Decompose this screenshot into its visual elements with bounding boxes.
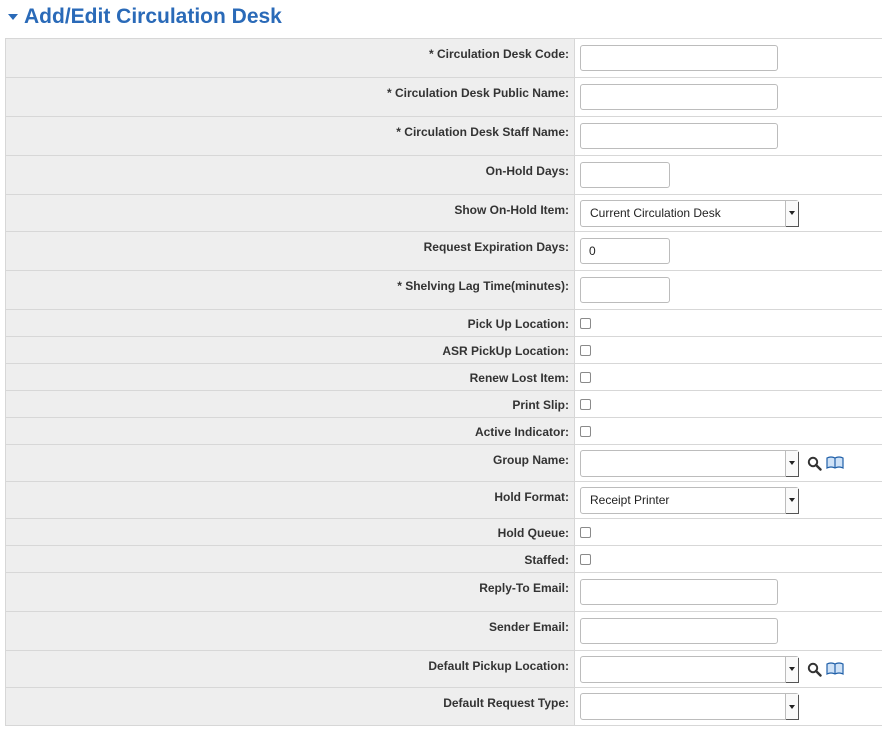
hold-queue-label: Hold Queue:: [6, 519, 575, 545]
on-hold-days-input[interactable]: [580, 162, 670, 188]
sender-email-label: Sender Email:: [6, 612, 575, 650]
hold-format-value: Receipt Printer: [590, 493, 670, 507]
desk-code-label: * Circulation Desk Code:: [6, 39, 575, 77]
shelving-lag-time-input[interactable]: [580, 277, 670, 303]
reply-to-email-label: Reply-To Email:: [6, 573, 575, 611]
asr-pickup-location-label: ASR PickUp Location:: [6, 337, 575, 363]
request-expiration-days-label: Request Expiration Days:: [6, 232, 575, 270]
group-name-select[interactable]: [580, 449, 799, 477]
page-title: Add/Edit Circulation Desk: [24, 5, 282, 28]
pick-up-location-label: Pick Up Location:: [6, 310, 575, 336]
row-on-hold-days: On-Hold Days:: [6, 156, 882, 195]
public-name-label: * Circulation Desk Public Name:: [6, 78, 575, 116]
row-staffed: Staffed:: [6, 546, 882, 573]
row-group-name: Group Name:: [6, 445, 882, 482]
on-hold-days-label: On-Hold Days:: [6, 156, 575, 194]
dropdown-arrow-icon[interactable]: [785, 694, 798, 719]
row-reply-to-email: Reply-To Email:: [6, 573, 882, 612]
dropdown-arrow-icon[interactable]: [785, 656, 798, 682]
book-icon[interactable]: [826, 660, 844, 678]
section-header[interactable]: Add/Edit Circulation Desk: [0, 0, 882, 36]
print-slip-checkbox[interactable]: [580, 398, 591, 410]
sender-email-input[interactable]: [580, 618, 778, 644]
print-slip-label: Print Slip:: [6, 391, 575, 417]
show-on-hold-item-label: Show On-Hold Item:: [6, 195, 575, 231]
circulation-desk-form: * Circulation Desk Code: * Circulation D…: [5, 38, 882, 726]
asr-pickup-location-checkbox[interactable]: [580, 344, 591, 356]
hold-queue-checkbox[interactable]: [580, 526, 591, 538]
staffed-label: Staffed:: [6, 546, 575, 572]
row-asr-pickup-location: ASR PickUp Location:: [6, 337, 882, 364]
active-indicator-label: Active Indicator:: [6, 418, 575, 444]
default-pickup-location-label: Default Pickup Location:: [6, 651, 575, 687]
row-sender-email: Sender Email:: [6, 612, 882, 651]
row-default-pickup-location: Default Pickup Location:: [6, 651, 882, 688]
dropdown-arrow-icon[interactable]: [785, 200, 798, 226]
hold-format-select[interactable]: Receipt Printer: [580, 486, 799, 514]
desk-code-input[interactable]: [580, 45, 778, 71]
row-default-request-type: Default Request Type:: [6, 688, 882, 725]
default-pickup-location-select[interactable]: [580, 655, 799, 683]
show-on-hold-item-select[interactable]: Current Circulation Desk: [580, 199, 799, 227]
row-print-slip: Print Slip:: [6, 391, 882, 418]
show-on-hold-item-value: Current Circulation Desk: [590, 206, 721, 220]
row-hold-format: Hold Format: Receipt Printer: [6, 482, 882, 519]
row-show-on-hold-item: Show On-Hold Item: Current Circulation D…: [6, 195, 882, 232]
row-hold-queue: Hold Queue:: [6, 519, 882, 546]
shelving-lag-time-label: * Shelving Lag Time(minutes):: [6, 271, 575, 309]
default-request-type-select[interactable]: [580, 693, 799, 720]
row-staff-name: * Circulation Desk Staff Name:: [6, 117, 882, 156]
row-desk-code: * Circulation Desk Code:: [6, 39, 882, 78]
public-name-input[interactable]: [580, 84, 778, 110]
row-public-name: * Circulation Desk Public Name:: [6, 78, 882, 117]
staff-name-input[interactable]: [580, 123, 778, 149]
magnifier-icon[interactable]: [805, 660, 823, 678]
active-indicator-checkbox[interactable]: [580, 425, 591, 437]
renew-lost-item-checkbox[interactable]: [580, 371, 591, 383]
request-expiration-days-input[interactable]: 0: [580, 238, 670, 264]
reply-to-email-input[interactable]: [580, 579, 778, 605]
staff-name-label: * Circulation Desk Staff Name:: [6, 117, 575, 155]
row-renew-lost-item: Renew Lost Item:: [6, 364, 882, 391]
book-icon[interactable]: [826, 454, 844, 472]
collapse-triangle-icon[interactable]: [8, 14, 18, 20]
row-pick-up-location: Pick Up Location:: [6, 310, 882, 337]
pick-up-location-checkbox[interactable]: [580, 317, 591, 329]
row-active-indicator: Active Indicator:: [6, 418, 882, 445]
dropdown-arrow-icon[interactable]: [785, 450, 798, 476]
row-shelving-lag-time: * Shelving Lag Time(minutes):: [6, 271, 882, 310]
renew-lost-item-label: Renew Lost Item:: [6, 364, 575, 390]
magnifier-icon[interactable]: [805, 454, 823, 472]
staffed-checkbox[interactable]: [580, 553, 591, 565]
dropdown-arrow-icon[interactable]: [785, 487, 798, 513]
hold-format-label: Hold Format:: [6, 482, 575, 518]
group-name-label: Group Name:: [6, 445, 575, 481]
row-request-expiration-days: Request Expiration Days: 0: [6, 232, 882, 271]
default-request-type-label: Default Request Type:: [6, 688, 575, 725]
